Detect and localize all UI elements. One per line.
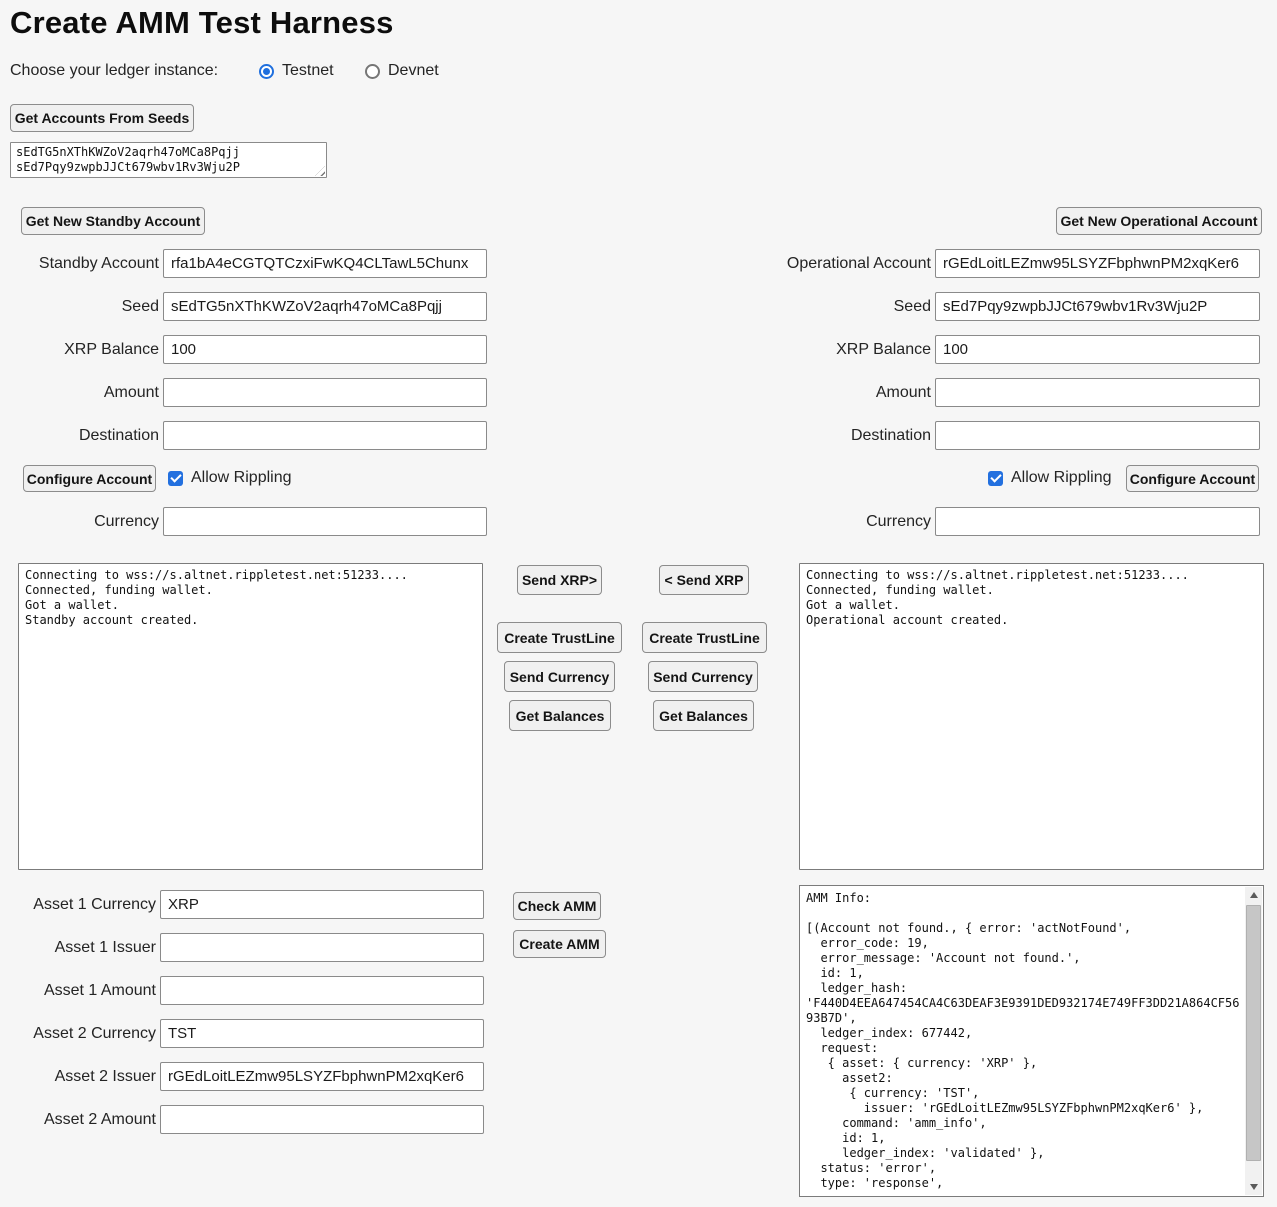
asset2-amount-row: Asset 2 Amount [0,1105,484,1134]
standby-amount-label: Amount [0,384,159,402]
operational-amount-label: Amount [640,384,931,402]
get-accounts-from-seeds-button[interactable]: Get Accounts From Seeds [10,104,194,132]
asset1-amount-input[interactable] [160,976,484,1005]
radio-devnet-label: Devnet [388,62,439,80]
standby-allow-rippling-checkbox[interactable] [168,471,183,486]
operational-xrp-balance-row: XRP Balance [640,335,1260,364]
standby-create-trustline-button[interactable]: Create TrustLine [497,622,622,653]
scroll-down-arrow-icon[interactable] [1245,1179,1262,1195]
amm-test-harness-page: Create AMM Test Harness Choose your ledg… [0,0,1277,1207]
asset2-currency-label: Asset 2 Currency [0,1025,156,1043]
asset2-amount-input[interactable] [160,1105,484,1134]
operational-get-balances-button[interactable]: Get Balances [653,700,754,731]
asset1-currency-input[interactable] [160,890,484,919]
operational-allow-rippling-group: Allow Rippling [988,469,1112,487]
radio-testnet-label: Testnet [282,62,334,80]
asset2-currency-input[interactable] [160,1019,484,1048]
standby-amount-input[interactable] [163,378,487,407]
asset2-issuer-input[interactable] [160,1062,484,1091]
asset1-currency-label: Asset 1 Currency [0,896,156,914]
standby-configure-account-button[interactable]: Configure Account [23,465,156,492]
operational-log-textarea[interactable]: Connecting to wss://s.altnet.rippletest.… [799,563,1264,870]
operational-destination-label: Destination [640,427,931,445]
asset2-issuer-row: Asset 2 Issuer [0,1062,484,1091]
operational-amount-row: Amount [640,378,1260,407]
operational-currency-input[interactable] [935,507,1260,536]
asset1-amount-row: Asset 1 Amount [0,976,484,1005]
asset1-issuer-row: Asset 1 Issuer [0,933,484,962]
page-title: Create AMM Test Harness [10,2,394,44]
standby-currency-row: Currency [0,507,487,536]
standby-destination-label: Destination [0,427,159,445]
operational-currency-row: Currency [640,507,1260,536]
amm-info-text: AMM Info: [(Account not found., { error:… [800,886,1243,1196]
standby-allow-rippling-label: Allow Rippling [191,469,292,487]
asset1-currency-row: Asset 1 Currency [0,890,484,919]
asset2-amount-label: Asset 2 Amount [0,1111,156,1129]
ledger-radio-devnet-group: Devnet [365,62,439,80]
standby-seed-input[interactable] [163,292,487,321]
standby-destination-row: Destination [0,421,487,450]
operational-xrp-balance-label: XRP Balance [640,341,931,359]
standby-seed-row: Seed [0,292,487,321]
standby-account-row: Standby Account [0,249,487,278]
operational-xrp-balance-input[interactable] [935,335,1260,364]
radio-testnet[interactable] [259,64,274,79]
get-new-operational-account-button[interactable]: Get New Operational Account [1056,207,1262,235]
asset1-issuer-input[interactable] [160,933,484,962]
ledger-instance-label: Choose your ledger instance: [10,62,218,80]
operational-account-row: Operational Account [640,249,1260,278]
standby-get-balances-button[interactable]: Get Balances [509,700,611,731]
operational-allow-rippling-checkbox[interactable] [988,471,1003,486]
standby-log-textarea[interactable]: Connecting to wss://s.altnet.rippletest.… [18,563,483,870]
asset1-issuer-label: Asset 1 Issuer [0,939,156,957]
check-amm-button[interactable]: Check AMM [513,892,601,920]
operational-send-xrp-button[interactable]: < Send XRP [659,565,749,595]
create-amm-button[interactable]: Create AMM [513,930,606,958]
operational-seed-row: Seed [640,292,1260,321]
asset2-issuer-label: Asset 2 Issuer [0,1068,156,1086]
standby-allow-rippling-group: Allow Rippling [168,469,292,487]
operational-create-trustline-button[interactable]: Create TrustLine [642,622,767,653]
scroll-up-arrow-icon[interactable] [1245,887,1262,903]
operational-currency-label: Currency [640,513,931,531]
standby-send-currency-button[interactable]: Send Currency [504,661,615,692]
operational-seed-label: Seed [640,298,931,316]
seeds-textarea[interactable]: sEdTG5nXThKWZoV2aqrh47oMCa8Pqjj sEd7Pqy9… [10,142,327,178]
operational-destination-input[interactable] [935,421,1260,450]
operational-account-label: Operational Account [640,255,931,273]
operational-send-currency-button[interactable]: Send Currency [648,661,758,692]
scrollbar-thumb[interactable] [1246,905,1261,1161]
operational-account-input[interactable] [935,249,1260,278]
standby-account-input[interactable] [163,249,487,278]
standby-send-xrp-button[interactable]: Send XRP> [517,565,602,595]
standby-currency-input[interactable] [163,507,487,536]
standby-currency-label: Currency [0,513,159,531]
radio-devnet[interactable] [365,64,380,79]
operational-allow-rippling-label: Allow Rippling [1011,469,1112,487]
amm-info-box[interactable]: AMM Info: [(Account not found., { error:… [799,885,1264,1197]
standby-account-label: Standby Account [0,255,159,273]
operational-configure-account-button[interactable]: Configure Account [1126,465,1259,492]
asset2-currency-row: Asset 2 Currency [0,1019,484,1048]
asset1-amount-label: Asset 1 Amount [0,982,156,1000]
standby-xrp-balance-row: XRP Balance [0,335,487,364]
operational-destination-row: Destination [640,421,1260,450]
get-new-standby-account-button[interactable]: Get New Standby Account [21,207,205,235]
standby-xrp-balance-label: XRP Balance [0,341,159,359]
operational-seed-input[interactable] [935,292,1260,321]
operational-amount-input[interactable] [935,378,1260,407]
standby-seed-label: Seed [0,298,159,316]
standby-amount-row: Amount [0,378,487,407]
amm-info-scrollbar[interactable] [1245,887,1262,1195]
standby-xrp-balance-input[interactable] [163,335,487,364]
standby-destination-input[interactable] [163,421,487,450]
